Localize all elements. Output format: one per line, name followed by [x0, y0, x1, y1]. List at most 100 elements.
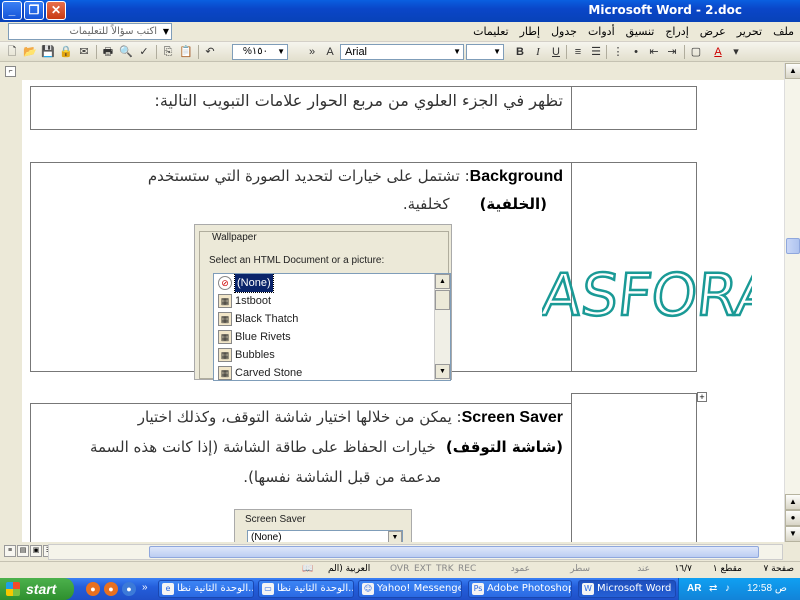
scroll-thumb[interactable] [786, 238, 800, 254]
print-preview-icon[interactable]: 🔍 [118, 44, 134, 60]
undo-icon[interactable]: ↶ [202, 44, 218, 60]
document-page[interactable]: تظهر في الجزء العلوي من مربع الحوار علام… [22, 80, 784, 542]
styles-icon[interactable]: A [322, 44, 338, 60]
font-name-value: Arial [345, 46, 368, 58]
horizontal-scroll-thumb[interactable] [149, 546, 759, 558]
taskbar-item[interactable]: ▭الوحدة الثانية نظا... [258, 580, 354, 598]
browser-icon[interactable]: ● [104, 582, 118, 596]
increase-indent-icon[interactable]: ⇥ [664, 44, 680, 60]
maximize-button[interactable]: ❐ [24, 1, 44, 20]
tray-volume-icon[interactable]: ♪ [725, 583, 730, 594]
menu-edit[interactable]: تحرير [737, 25, 762, 38]
table-cell [571, 393, 697, 542]
horizontal-scrollbar[interactable] [48, 544, 783, 560]
new-document-icon[interactable]: 🗋 [4, 44, 20, 60]
underline-button[interactable]: U [548, 44, 564, 60]
font-size-select[interactable]: ▼ [466, 44, 504, 60]
start-button[interactable]: start [0, 578, 74, 600]
clock: 12:58 ص [747, 583, 787, 594]
status-trk[interactable]: TRK [436, 564, 454, 574]
table-move-handle-icon[interactable]: + [697, 392, 707, 402]
next-page-icon[interactable]: ▼ [785, 526, 800, 542]
zoom-select[interactable]: %١٥٠ ▼ [232, 44, 288, 60]
status-ext[interactable]: EXT [414, 564, 431, 574]
font-name-select[interactable]: Arial ▼ [340, 44, 464, 60]
permission-icon[interactable]: 🔒 [58, 44, 74, 60]
vertical-scrollbar[interactable]: ▲ ▲ ● ▼ [784, 63, 800, 542]
system-tray: AR ⇄ ♪ 12:58 ص [678, 578, 800, 600]
more-buttons-icon[interactable]: » [304, 44, 320, 60]
save-icon[interactable]: 💾 [40, 44, 56, 60]
open-icon[interactable]: 📂 [22, 44, 38, 60]
status-ovr[interactable]: OVR [390, 564, 409, 574]
menu-file[interactable]: ملف [773, 25, 794, 38]
chevron-down-icon[interactable]: ▼ [453, 45, 461, 59]
quicklaunch-more-icon[interactable]: » [142, 582, 148, 593]
background-arabic-term: (الخلفية) [479, 195, 547, 213]
decrease-indent-icon[interactable]: ⇤ [646, 44, 662, 60]
status-rec[interactable]: REC [458, 564, 476, 574]
scroll-down-icon[interactable]: ▲ [785, 494, 800, 510]
screensaver-line2: (شاشة التوقف) خيارات الحفاظ على طاقة الش… [90, 438, 563, 456]
taskbar-item-label: الوحدة الثانية نظا... [177, 583, 253, 594]
menu-format[interactable]: تنسيق [626, 25, 655, 38]
taskbar-item[interactable]: eالوحدة الثانية نظا... [158, 580, 254, 598]
email-icon[interactable]: ✉ [76, 44, 92, 60]
menu-insert[interactable]: إدراج [665, 25, 688, 38]
bold-button[interactable]: B [512, 44, 528, 60]
status-bar: صفحة ٧ مقطع ١ ١٦/٧ عند سطر عمود REC TRK … [0, 561, 800, 578]
print-view-icon[interactable]: ▣ [30, 545, 42, 557]
taskbar-item[interactable]: W Microsoft Word ... [578, 580, 676, 598]
image-file-icon: ▦ [218, 294, 232, 308]
bullets-icon[interactable]: • [628, 44, 644, 60]
chevron-down-icon[interactable]: ▾ [728, 44, 744, 60]
firefox-icon[interactable]: ● [86, 582, 100, 596]
chevron-down-icon[interactable]: ▼ [277, 45, 285, 59]
align-right-icon[interactable]: ≡ [570, 44, 586, 60]
align-center-icon[interactable]: ☰ [588, 44, 604, 60]
italic-button[interactable]: I [530, 44, 546, 60]
spelling-status-icon[interactable]: 📖 [302, 564, 313, 574]
tab-selector-icon[interactable]: ⌐ [5, 66, 16, 77]
borders-icon[interactable]: ▢ [688, 44, 704, 60]
horizontal-scroll-area: ≡ ▤ ▣ ☰ [0, 542, 800, 561]
copy-icon[interactable]: ⎘ [160, 44, 176, 60]
chevron-down-icon: ▼ [388, 531, 402, 542]
tray-network-icon[interactable]: ⇄ [709, 583, 717, 594]
list-item: ▦ Black Thatch [214, 310, 450, 328]
menu-frame[interactable]: إطار [520, 25, 540, 38]
list-item-label: Carved Stone [235, 367, 303, 379]
normal-view-icon[interactable]: ≡ [4, 545, 16, 557]
font-color-icon[interactable]: A [710, 44, 726, 60]
chevron-down-icon[interactable]: ▼ [163, 24, 169, 39]
status-at: عند [637, 564, 650, 574]
close-button[interactable]: ✕ [46, 1, 66, 20]
status-pages: ١٦/٧ [674, 564, 692, 574]
minimize-button[interactable]: _ [2, 1, 22, 20]
scroll-up-icon[interactable]: ▲ [785, 63, 800, 79]
screensaver-select: (None) ▼ [247, 530, 403, 542]
taskbar-item[interactable]: Ps Adobe Photoshop [468, 580, 572, 598]
web-view-icon[interactable]: ▤ [17, 545, 29, 557]
menu-table[interactable]: جدول [551, 25, 577, 38]
screensaver-term: Screen Saver [461, 409, 563, 426]
spelling-icon[interactable]: ✓ [136, 44, 152, 60]
chevron-down-icon[interactable]: ▼ [493, 45, 501, 59]
numbering-icon[interactable]: ⋮ [610, 44, 626, 60]
taskbar-item[interactable]: ☺ Yahoo! Messenger [358, 580, 462, 598]
wallpaper-list: ⊘ (None) ▦ 1stboot ▦ Black Thatch ▦ Blue Riv… [213, 273, 451, 381]
help-search-input[interactable]: اكتب سؤالاً للتعليمات ▼ [8, 23, 172, 40]
screensaver-legend: Screen Saver [245, 514, 306, 525]
language-indicator[interactable]: AR [687, 583, 701, 594]
help-placeholder: اكتب سؤالاً للتعليمات [69, 26, 157, 37]
print-icon[interactable]: 🖶 [100, 44, 116, 60]
menu-view[interactable]: عرض [700, 25, 726, 38]
media-icon[interactable]: ● [122, 582, 136, 596]
menu-help[interactable]: تعليمات [473, 25, 508, 38]
menu-tools[interactable]: أدوات [588, 25, 615, 38]
ie-icon: e [162, 583, 174, 595]
taskbar-item-label: Adobe Photoshop [487, 583, 572, 594]
screensaver-line3: مدعمة من قبل الشاشة نفسها). [243, 468, 441, 486]
paste-icon[interactable]: 📋 [178, 44, 194, 60]
browse-object-icon[interactable]: ● [785, 510, 800, 526]
